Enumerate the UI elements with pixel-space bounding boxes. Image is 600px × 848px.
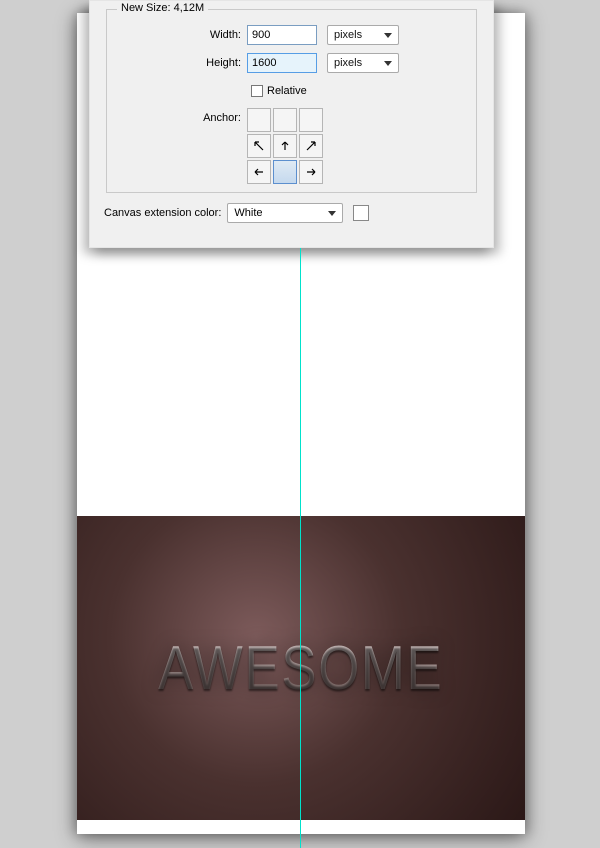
anchor-cell-top-center[interactable]: [273, 108, 297, 132]
arrow-up-left-icon: [252, 139, 266, 153]
anchor-cell-mid-left[interactable]: [247, 134, 271, 158]
height-label: Height:: [117, 57, 247, 69]
extension-color-label: Canvas extension color:: [104, 207, 221, 219]
chevron-down-icon: [384, 61, 392, 66]
extension-color-swatch[interactable]: [353, 205, 369, 221]
anchor-cell-bottom-right[interactable]: [299, 160, 323, 184]
anchor-grid: [247, 108, 323, 184]
anchor-cell-mid-right[interactable]: [299, 134, 323, 158]
checkbox-icon: [251, 85, 263, 97]
width-unit-value: pixels: [334, 29, 362, 41]
anchor-cell-bottom-left[interactable]: [247, 160, 271, 184]
arrow-up-right-icon: [304, 139, 318, 153]
extension-color-select[interactable]: White: [227, 203, 343, 223]
relative-label: Relative: [267, 85, 307, 97]
artwork-preview: AWESOME: [77, 516, 525, 820]
arrow-left-icon: [252, 165, 266, 179]
width-input[interactable]: [247, 25, 317, 45]
anchor-label: Anchor:: [117, 108, 247, 124]
arrow-up-icon: [278, 139, 292, 153]
height-input[interactable]: [247, 53, 317, 73]
height-unit-select[interactable]: pixels: [327, 53, 399, 73]
width-unit-select[interactable]: pixels: [327, 25, 399, 45]
extension-color-value: White: [234, 207, 262, 219]
chevron-down-icon: [384, 33, 392, 38]
anchor-cell-top-left[interactable]: [247, 108, 271, 132]
new-size-fieldset: New Size: 4,12M Width: pixels Height: pi…: [106, 9, 477, 193]
vertical-guide[interactable]: [300, 248, 301, 848]
width-label: Width:: [117, 29, 247, 41]
anchor-cell-top-right[interactable]: [299, 108, 323, 132]
height-unit-value: pixels: [334, 57, 362, 69]
fieldset-legend: New Size: 4,12M: [117, 2, 208, 14]
anchor-cell-bottom-center[interactable]: [273, 160, 297, 184]
chevron-down-icon: [328, 211, 336, 216]
canvas-size-dialog: New Size: 4,12M Width: pixels Height: pi…: [89, 0, 494, 248]
anchor-cell-mid-center[interactable]: [273, 134, 297, 158]
arrow-right-icon: [304, 165, 318, 179]
relative-checkbox[interactable]: Relative: [251, 85, 307, 97]
